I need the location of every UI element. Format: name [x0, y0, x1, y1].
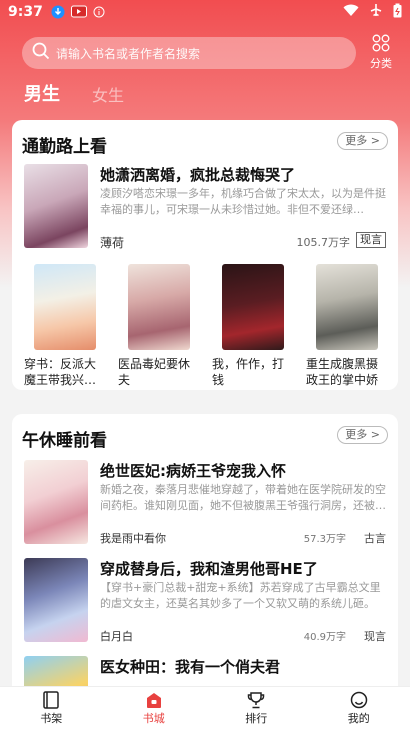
airplane-icon — [369, 3, 383, 21]
book-grid: 穿书：反派大魔王带我兴… 医品毒妃要休夫 我，仵作，打钱 重生成腹黑摄政王的掌中… — [24, 264, 386, 388]
book-title: 医女种田：我有一个俏夫君 — [100, 658, 281, 676]
tab-male[interactable]: 男生 — [24, 80, 60, 106]
wifi-icon — [343, 4, 359, 21]
book-title: 她潇洒离婚，疯批总裁悔哭了 — [100, 166, 296, 184]
download-icon — [51, 5, 65, 19]
category-label: 分类 — [370, 57, 392, 70]
book-desc: 新婚之夜，秦落月悲催地穿越了，带着她在医学院研发的空间药柜。谁知刚见面，她不但被… — [100, 483, 386, 512]
gender-tabs: 男生 女生 — [24, 80, 124, 106]
nav-profile[interactable]: 我的 — [319, 690, 399, 726]
grid-book[interactable]: 我，仵作，打钱 — [212, 264, 292, 388]
genre-badge: 现言 — [356, 232, 386, 248]
book-cover — [24, 460, 88, 544]
nav-label: 书架 — [40, 712, 63, 725]
book-genre: 古言 — [364, 532, 386, 545]
book-desc: 【穿书+豪门总裁+甜宠+系统】苏若穿成了古早霸总文里的虐文女主，还莫名其妙多了一… — [100, 581, 381, 610]
grid-book[interactable]: 重生成腹黑摄政王的掌中娇 — [306, 264, 386, 388]
book-author: 薄荷 — [100, 236, 125, 250]
category-grid-icon — [372, 34, 390, 55]
nav-label: 我的 — [347, 712, 370, 725]
search-input[interactable]: 请输入书名或者作者名搜索 — [22, 37, 356, 69]
nav-label: 书城 — [142, 712, 165, 725]
book-title: 绝世医妃:病娇王爷宠我入怀 — [100, 462, 286, 480]
featured-book[interactable]: 她潇洒离婚，疯批总裁悔哭了 凌顾汐嗒恋宋璟一多年，机缘巧合做了宋太太，以为是件挺… — [24, 164, 386, 250]
info-icon — [93, 6, 105, 18]
book-word-count: 105.7万字 — [296, 236, 351, 249]
status-time: 9:37 — [8, 4, 43, 20]
book-author: 白月白 — [100, 630, 133, 643]
book-cover — [128, 264, 190, 350]
more-button[interactable]: 更多 > — [337, 132, 388, 150]
profile-icon — [319, 690, 399, 710]
list-book[interactable]: 绝世医妃:病娇王爷宠我入怀 新婚之夜，秦落月悲催地穿越了，带着她在医学院研发的空… — [24, 460, 386, 548]
more-button[interactable]: 更多 > — [337, 426, 388, 444]
list-book[interactable]: 穿成替身后，我和渣男他哥HE了 【穿书+豪门总裁+甜宠+系统】苏若穿成了古早霸总… — [24, 558, 386, 646]
book-author: 我是雨中看你 — [100, 532, 166, 545]
book-cover — [316, 264, 378, 350]
bottom-nav: 书架 书城 排行 我的 — [0, 686, 410, 729]
section-title: 午休睡前看 — [22, 431, 107, 451]
book-title: 医品毒妃要休夫 — [118, 357, 191, 387]
book-title: 重生成腹黑摄政王的掌中娇 — [306, 357, 379, 387]
bookstore-icon — [114, 690, 194, 710]
book-title: 穿成替身后，我和渣男他哥HE了 — [100, 560, 318, 578]
trophy-icon — [216, 690, 296, 710]
section-before-nap: 午休睡前看 更多 > 绝世医妃:病娇王爷宠我入怀 新婚之夜，秦落月悲催地穿越了，… — [12, 414, 398, 714]
grid-book[interactable]: 穿书：反派大魔王带我兴… — [24, 264, 104, 388]
book-genre: 现言 — [364, 630, 386, 643]
nav-ranking[interactable]: 排行 — [216, 690, 296, 726]
tv-app-icon — [70, 5, 87, 19]
book-title: 我，仵作，打钱 — [212, 357, 285, 387]
search-placeholder: 请输入书名或者作者名搜索 — [56, 46, 201, 61]
nav-bookshelf[interactable]: 书架 — [11, 690, 91, 726]
nav-bookstore[interactable]: 书城 — [114, 690, 194, 726]
section-title: 通勤路上看 — [22, 137, 107, 157]
status-bar: 9:37 — [0, 0, 410, 24]
section-commute: 通勤路上看 更多 > 她潇洒离婚，疯批总裁悔哭了 凌顾汐嗒恋宋璟一多年，机缘巧合… — [12, 120, 398, 390]
battery-icon — [393, 3, 402, 22]
book-title: 穿书：反派大魔王带我兴… — [24, 357, 97, 387]
book-cover — [24, 558, 88, 642]
book-word-count: 57.3万字 — [303, 534, 346, 545]
book-cover — [34, 264, 96, 350]
book-cover — [222, 264, 284, 350]
nav-label: 排行 — [245, 712, 268, 725]
grid-book[interactable]: 医品毒妃要休夫 — [118, 264, 198, 388]
book-word-count: 40.9万字 — [303, 632, 346, 643]
bookshelf-icon — [11, 690, 91, 710]
search-row: 请输入书名或者作者名搜索 分类 — [22, 34, 394, 71]
search-icon — [32, 42, 50, 64]
book-desc: 凌顾汐嗒恋宋璟一多年，机缘巧合做了宋太太，以为是件挺幸福的事儿，可宋璟一从未珍惜… — [100, 187, 386, 216]
category-button[interactable]: 分类 — [368, 34, 394, 71]
tab-female[interactable]: 女生 — [92, 80, 124, 106]
book-cover — [24, 164, 88, 248]
